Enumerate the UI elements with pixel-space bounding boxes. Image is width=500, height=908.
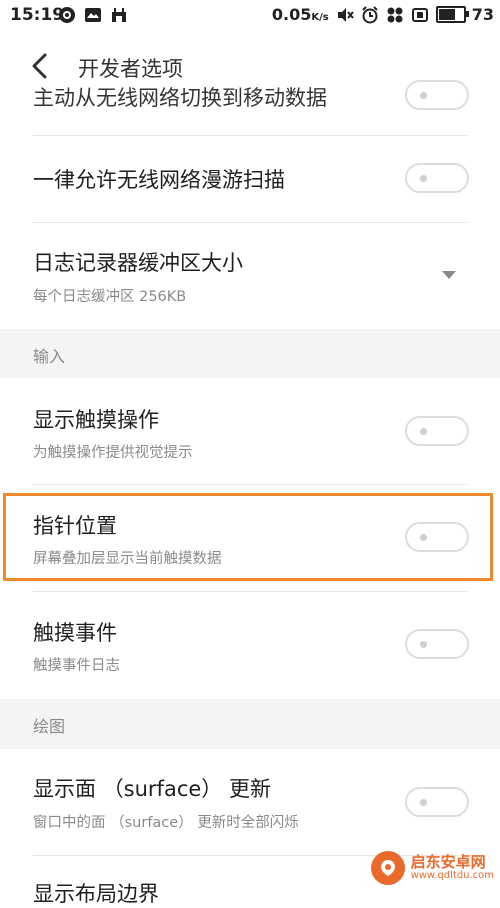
status-right-icons: 0.05K/s 73 bbox=[272, 5, 494, 24]
settings-row-touch-events[interactable]: 触摸事件 触摸事件日志 bbox=[0, 592, 500, 699]
sim-icon bbox=[411, 7, 428, 22]
toggle-switch[interactable] bbox=[405, 163, 469, 193]
toggle-knob bbox=[420, 641, 427, 648]
watermark-name: 启东安卓网 bbox=[410, 852, 486, 871]
section-header-drawing: 绘图 bbox=[0, 699, 500, 749]
battery-icon bbox=[435, 6, 469, 23]
app-icon bbox=[387, 7, 403, 22]
row-label: 显示触摸操作 bbox=[33, 408, 159, 432]
section-title: 输入 bbox=[33, 347, 66, 366]
robot-icon bbox=[112, 8, 126, 22]
dropdown-arrow-icon[interactable] bbox=[442, 271, 456, 279]
row-label: 日志记录器缓冲区大小 bbox=[33, 251, 243, 275]
watermark-text: 启东安卓网 www.qdltdu.com bbox=[410, 852, 494, 881]
toggle-knob bbox=[420, 428, 427, 435]
browser-icon bbox=[59, 7, 75, 23]
toggle-knob bbox=[420, 175, 427, 182]
toggle-knob bbox=[420, 534, 427, 541]
toggle-switch[interactable] bbox=[405, 80, 469, 110]
toggle-switch[interactable] bbox=[405, 629, 469, 659]
toggle-knob bbox=[420, 799, 427, 806]
row-label: 主动从无线网络切换到移动数据 bbox=[33, 86, 327, 110]
row-label: 指针位置 bbox=[33, 514, 117, 538]
back-arrow-icon[interactable] bbox=[28, 52, 52, 80]
row-summary: 屏幕叠加层显示当前触摸数据 bbox=[33, 551, 222, 567]
settings-row-logger-buffer[interactable]: 日志记录器缓冲区大小 每个日志缓冲区 256KB bbox=[0, 223, 500, 329]
network-speed: 0.05K/s bbox=[271, 5, 329, 24]
settings-row-pointer-location[interactable]: 指针位置 屏幕叠加层显示当前触摸数据 bbox=[0, 485, 500, 592]
battery-level: 73 bbox=[471, 5, 494, 24]
status-bar: 15:19 0.05K/s 73 bbox=[0, 0, 500, 32]
row-label: 触摸事件 bbox=[33, 621, 117, 645]
settings-row-partial-top[interactable]: 主动从无线网络切换到移动数据 bbox=[0, 80, 500, 136]
toggle-knob bbox=[420, 92, 427, 99]
row-summary: 每个日志缓冲区 256KB bbox=[33, 289, 187, 305]
status-left-icons bbox=[58, 6, 128, 24]
section-title: 绘图 bbox=[33, 717, 66, 736]
settings-row-surface-updates[interactable]: 显示面 （surface） 更新 窗口中的面 （surface） 更新时全部闪烁 bbox=[0, 749, 500, 856]
toggle-switch[interactable] bbox=[405, 787, 469, 817]
section-header-input: 输入 bbox=[0, 329, 500, 378]
settings-row-show-touches[interactable]: 显示触摸操作 为触摸操作提供视觉提示 bbox=[0, 378, 500, 485]
row-label: 显示布局边界 bbox=[33, 882, 159, 906]
row-summary: 触摸事件日志 bbox=[33, 658, 120, 674]
toggle-switch[interactable] bbox=[405, 522, 469, 552]
message-icon bbox=[85, 8, 101, 22]
row-summary: 为触摸操作提供视觉提示 bbox=[33, 445, 193, 461]
battery-indicator: 73 bbox=[435, 5, 494, 24]
status-time: 15:19 bbox=[10, 5, 65, 25]
row-label: 一律允许无线网络漫游扫描 bbox=[33, 168, 285, 192]
watermark-logo-icon bbox=[370, 851, 405, 885]
page-title: 开发者选项 bbox=[78, 57, 183, 81]
alarm-icon bbox=[362, 5, 378, 23]
settings-row-wifi-roaming-scan[interactable]: 一律允许无线网络漫游扫描 bbox=[0, 136, 500, 223]
row-summary: 窗口中的面 （surface） 更新时全部闪烁 bbox=[33, 815, 299, 831]
watermark: 启东安卓网 www.qdltdu.com bbox=[370, 851, 494, 885]
watermark-url: www.qdltdu.com bbox=[410, 869, 494, 881]
row-label: 显示面 （surface） 更新 bbox=[33, 777, 271, 801]
settings-list[interactable]: 主动从无线网络切换到移动数据 一律允许无线网络漫游扫描 日志记录器缓冲区大小 每… bbox=[0, 80, 500, 906]
mute-icon bbox=[337, 7, 354, 22]
toggle-switch[interactable] bbox=[405, 416, 469, 446]
